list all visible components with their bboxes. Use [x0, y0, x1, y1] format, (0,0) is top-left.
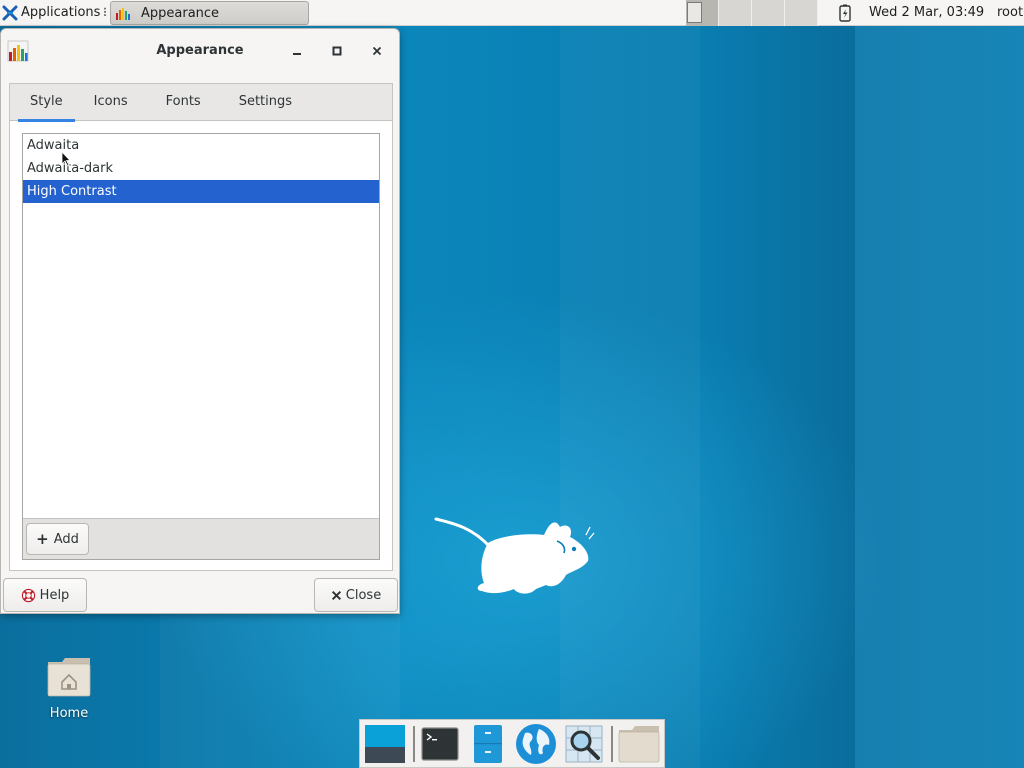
taskbar-button-appearance[interactable]: Appearance — [110, 1, 309, 25]
taskbar-button-label: Appearance — [141, 5, 220, 21]
add-theme-button[interactable]: + Add — [26, 523, 89, 555]
theme-list[interactable]: Adwaita Adwaita-dark High Contrast + Add — [22, 133, 380, 560]
applications-label: Applications — [21, 5, 101, 20]
show-desktop-icon — [364, 724, 405, 763]
terminal-launcher[interactable] — [418, 721, 464, 767]
home-folder-icon[interactable] — [46, 654, 92, 700]
tab-icons[interactable]: Icons — [75, 84, 147, 121]
workspace-4[interactable] — [785, 0, 818, 26]
help-button[interactable]: Help — [3, 578, 87, 612]
xfce-logo-icon — [2, 5, 18, 20]
theme-row-adwaita[interactable]: Adwaita — [23, 134, 379, 157]
add-button-label: Add — [53, 531, 79, 547]
theme-row-adwaita-dark[interactable]: Adwaita-dark — [23, 157, 379, 180]
minimize-button[interactable] — [287, 41, 307, 61]
close-icon — [331, 590, 342, 601]
dock-separator — [611, 725, 614, 762]
tab-style[interactable]: Style — [18, 84, 75, 122]
wallpaper-stripe — [855, 0, 1024, 768]
maximize-icon — [332, 46, 342, 56]
workspace-3[interactable] — [752, 0, 785, 26]
app-finder-launcher[interactable] — [561, 721, 607, 767]
tab-label: Icons — [93, 94, 128, 109]
window-titlebar[interactable]: Appearance — [1, 29, 399, 73]
tab-label: Style — [30, 94, 63, 109]
file-cabinet-icon — [474, 724, 503, 763]
tab-label: Fonts — [165, 94, 201, 109]
mouse-cursor-icon — [61, 151, 71, 167]
theme-row-high-contrast[interactable]: High Contrast — [23, 180, 379, 203]
tab-bar: Style Icons Fonts Settings — [10, 84, 392, 122]
app-finder-icon — [565, 725, 602, 762]
file-manager-launcher[interactable] — [465, 721, 511, 767]
close-button[interactable]: Close — [314, 578, 398, 612]
wallpaper-stripe — [560, 0, 700, 768]
user-menu[interactable]: root — [997, 5, 1023, 20]
plus-icon: + — [36, 530, 49, 548]
help-lifebuoy-icon — [21, 588, 36, 603]
clock[interactable]: Wed 2 Mar, 03:49 — [869, 5, 984, 20]
power-manager-icon[interactable] — [838, 4, 852, 22]
appearance-app-icon — [116, 8, 130, 20]
terminal-icon — [421, 726, 460, 761]
close-button-label: Close — [345, 587, 382, 603]
help-button-label: Help — [39, 587, 70, 603]
tab-label: Settings — [238, 94, 293, 109]
appearance-window: Appearance Style Icons Fonts Settings Ad… — [0, 28, 400, 614]
tab-fonts[interactable]: Fonts — [147, 84, 220, 121]
maximize-button[interactable] — [327, 41, 347, 61]
workspace-1[interactable] — [686, 0, 719, 26]
tab-settings[interactable]: Settings — [220, 84, 311, 121]
dock-separator — [412, 725, 415, 762]
home-icon-label[interactable]: Home — [38, 706, 100, 721]
theme-list-toolbar: + Add — [23, 518, 379, 559]
web-browser-icon — [515, 723, 556, 764]
close-icon — [372, 46, 382, 56]
top-panel: Applications ⠇ Appearance Wed 2 Mar, 03:… — [0, 0, 1024, 26]
workspace-2[interactable] — [719, 0, 752, 26]
web-browser-launcher[interactable] — [513, 721, 559, 767]
applications-menu[interactable]: Applications ⠇ — [0, 0, 115, 26]
folder-launcher[interactable] — [616, 721, 662, 767]
minimize-icon — [293, 53, 301, 55]
workspace-switcher — [686, 0, 818, 26]
window-close-button[interactable] — [367, 41, 387, 61]
show-desktop-button[interactable] — [362, 721, 408, 767]
folder-icon — [618, 725, 660, 762]
dock-panel — [359, 719, 665, 768]
xfce-mouse-logo — [434, 517, 595, 594]
